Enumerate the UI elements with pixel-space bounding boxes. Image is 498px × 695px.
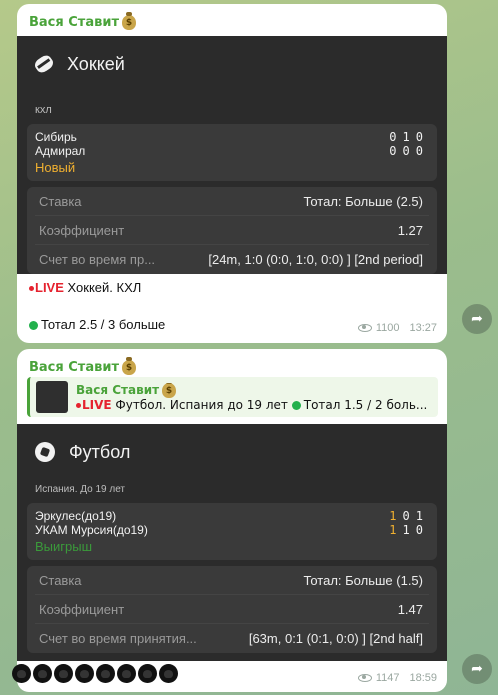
live-tag: LIVE: [82, 397, 112, 412]
bet-details: Ставка Тотал: Больше (1.5) Коэффициент 1…: [27, 566, 437, 653]
bet-status: Выигрыш: [35, 539, 93, 554]
team-row: Адмирал 000: [35, 144, 429, 158]
league-label: кхл: [35, 104, 52, 116]
team-scores: 010: [389, 130, 429, 144]
detail-row: Коэффициент 1.27: [35, 216, 429, 245]
sender-name[interactable]: Вася Ставит $: [17, 4, 447, 32]
detail-value: [63m, 0:1 (0:1, 0:0) ] [2nd half]: [248, 631, 423, 646]
team-scores: 000: [389, 144, 429, 158]
sport-title: Хоккей: [67, 53, 125, 74]
team-row: УКАМ Мурсия(до19) 110: [35, 523, 429, 537]
reply-text: Футбол. Испания до 19 лет: [111, 397, 292, 412]
money-bag-icon: $: [162, 382, 177, 398]
card-header: Футбол: [17, 430, 447, 474]
team-row: Сибирь 010: [35, 130, 429, 144]
result-line: Тотал 2.5 / 3 больше: [29, 317, 165, 332]
caption-line: LIVE Хоккей. КХЛ: [29, 280, 141, 295]
live-dot-icon: [29, 286, 34, 292]
money-bag-icon: $: [121, 356, 136, 375]
result-text: Тотал 2.5 / 3 больше: [41, 317, 166, 332]
detail-label: Ставка: [39, 193, 82, 209]
detail-label: Коэффициент: [39, 222, 125, 238]
bet-details: Ставка Тотал: Больше (2.5) Коэффициент 1…: [27, 187, 437, 274]
team-scores: 101: [389, 509, 429, 523]
live-dot-icon: [76, 402, 81, 408]
money-bag-icon: $: [121, 11, 136, 30]
paw-icon: [138, 664, 157, 683]
bet-card: Хоккей кхл Сибирь 010 Адмирал 000 Новый …: [17, 36, 447, 274]
scoreboard: Эркулес(до19) 101 УКАМ Мурсия(до19) 110 …: [27, 503, 437, 560]
green-circle-icon: [291, 400, 301, 410]
reply-result: Тотал 1.5 / 2 боль...: [303, 397, 428, 412]
paw-icon: [117, 664, 136, 683]
share-arrow-icon: ➦: [471, 661, 483, 677]
team-name: УКАМ Мурсия(до19): [35, 523, 148, 537]
reply-content: Вася Ставит $ LIVE Футбол. Испания до 19…: [76, 382, 432, 412]
message-meta: 1147 18:59: [357, 672, 437, 684]
share-button[interactable]: ➦: [462, 304, 492, 334]
live-tag: LIVE: [35, 280, 64, 295]
detail-row: Ставка Тотал: Больше (1.5): [35, 566, 429, 595]
paw-icon: [54, 664, 73, 683]
team-name: Эркулес(до19): [35, 509, 117, 523]
message-time: 13:27: [409, 322, 437, 334]
detail-label: Коэффициент: [39, 601, 125, 617]
eye-icon: [357, 674, 372, 682]
reply-body: LIVE Футбол. Испания до 19 лет Тотал 1.5…: [76, 398, 432, 412]
team-row: Эркулес(до19) 101: [35, 509, 429, 523]
detail-row: Счет во время пр... [24m, 1:0 (0:0, 1:0,…: [35, 245, 429, 274]
bet-card: Футбол Испания. До 19 лет Эркулес(до19) …: [17, 424, 447, 661]
message-bubble[interactable]: Вася Ставит $ Вася Ставит $ LIVE Футбол.…: [17, 349, 447, 692]
paw-icon: [159, 664, 178, 683]
detail-value: 1.47: [397, 601, 423, 617]
detail-label: Счет во время пр...: [39, 252, 156, 267]
detail-label: Ставка: [39, 572, 82, 588]
message-time: 18:59: [409, 672, 437, 684]
reaction-row[interactable]: [12, 664, 178, 683]
reply-author: Вася Ставит $: [76, 382, 432, 398]
paw-icon: [96, 664, 115, 683]
view-count: 1147: [375, 672, 400, 684]
detail-row: Ставка Тотал: Больше (2.5): [35, 187, 429, 216]
reply-preview[interactable]: Вася Ставит $ LIVE Футбол. Испания до 19…: [27, 377, 438, 417]
message-meta: 1100 13:27: [357, 322, 437, 334]
detail-value: Тотал: Больше (2.5): [303, 193, 423, 209]
reply-thumbnail: [36, 381, 68, 413]
reply-author-label: Вася Ставит: [76, 383, 160, 397]
sender-label[interactable]: Вася Ставит: [29, 15, 119, 30]
detail-value: Тотал: Больше (1.5): [303, 572, 423, 588]
team-name: Адмирал: [35, 144, 86, 158]
detail-value: 1.27: [397, 222, 423, 238]
message-bubble[interactable]: Вася Ставит $ Хоккей кхл Сибирь 010 Адми…: [17, 4, 447, 343]
card-header: Хоккей: [17, 42, 447, 86]
detail-row: Счет во время принятия... [63m, 0:1 (0:1…: [35, 624, 429, 653]
detail-value: [24m, 1:0 (0:0, 1:0, 0:0) ] [2nd period]: [208, 252, 423, 267]
detail-label: Счет во время принятия...: [39, 631, 197, 646]
scoreboard: Сибирь 010 Адмирал 000 Новый: [27, 124, 437, 181]
share-arrow-icon: ➦: [471, 311, 483, 327]
bet-status: Новый: [35, 160, 76, 175]
team-name: Сибирь: [35, 130, 77, 144]
sender-name[interactable]: Вася Ставит $: [17, 349, 447, 377]
paw-icon: [33, 664, 52, 683]
paw-icon: [75, 664, 94, 683]
caption-text: Хоккей. КХЛ: [63, 280, 142, 295]
view-count: 1100: [375, 322, 400, 334]
soccer-ball-icon: [35, 442, 55, 462]
sport-title: Футбол: [69, 441, 131, 462]
hockey-puck-icon: [32, 53, 56, 75]
share-button[interactable]: ➦: [462, 654, 492, 684]
eye-icon: [357, 324, 372, 332]
team-scores: 110: [389, 523, 429, 537]
league-label: Испания. До 19 лет: [35, 484, 126, 495]
sender-label[interactable]: Вася Ставит: [29, 360, 119, 375]
detail-row: Коэффициент 1.47: [35, 595, 429, 624]
green-circle-icon: [29, 321, 38, 330]
paw-icon: [12, 664, 31, 683]
